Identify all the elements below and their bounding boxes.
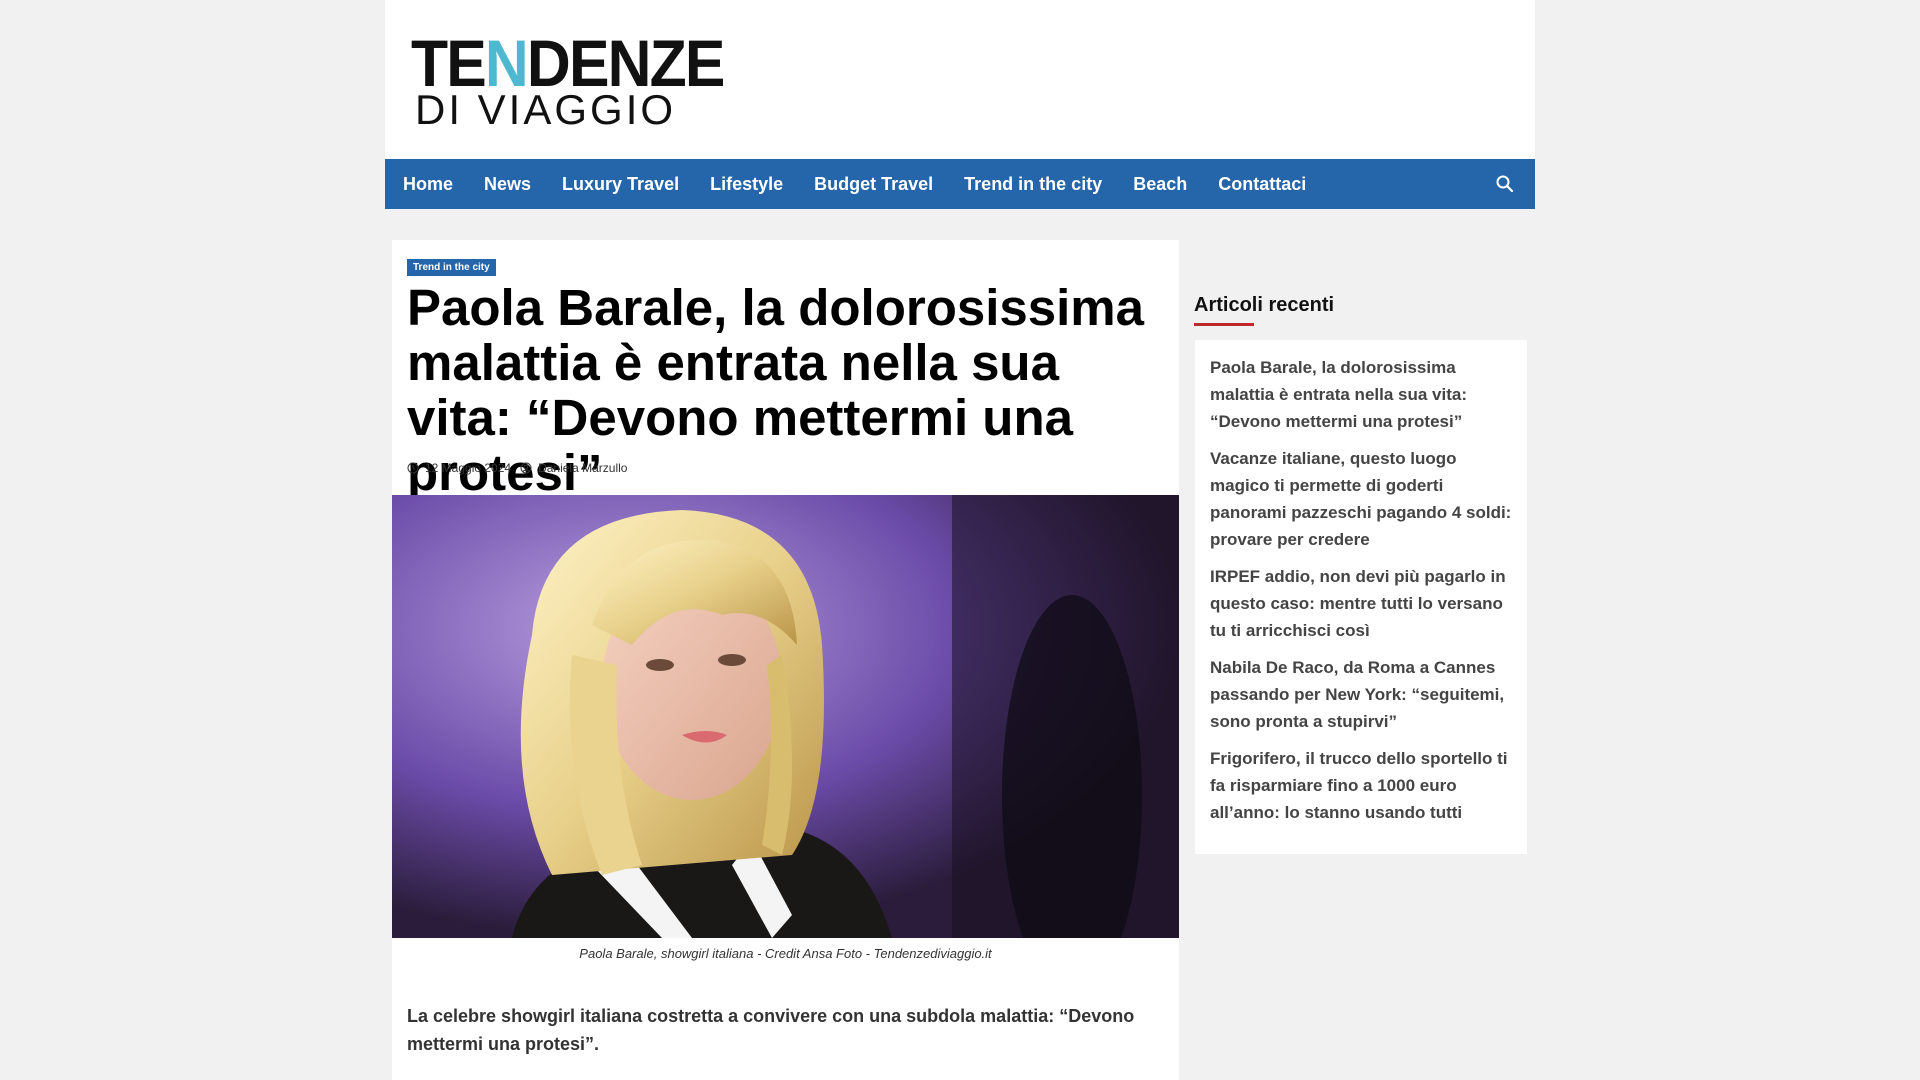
- category-badge[interactable]: Trend in the city: [407, 259, 496, 276]
- article-date[interactable]: 12 Maggio 2024: [425, 461, 511, 475]
- recent-article-link[interactable]: Paola Barale, la dolorosissima malattia …: [1210, 354, 1512, 435]
- article-hero-image: [392, 495, 1179, 938]
- recent-articles-list: Paola Barale, la dolorosissima malattia …: [1195, 340, 1527, 854]
- recent-article-link[interactable]: Frigorifero, il trucco dello sportello t…: [1210, 745, 1512, 826]
- nav-item-news[interactable]: News: [484, 174, 531, 195]
- article-container: Trend in the city Paola Barale, la dolor…: [392, 240, 1179, 1080]
- recent-article-link[interactable]: IRPEF addio, non devi più pagarlo in que…: [1210, 563, 1512, 644]
- article-author[interactable]: Daniela Marzullo: [538, 461, 627, 475]
- user-icon: [520, 462, 532, 474]
- nav-item-beach[interactable]: Beach: [1133, 174, 1187, 195]
- article-meta: 12 Maggio 2024 Daniela Marzullo: [407, 461, 627, 475]
- recent-article-link[interactable]: Nabila De Raco, da Roma a Cannes passand…: [1210, 654, 1512, 735]
- recent-article-link[interactable]: Vacanze italiane, questo luogo magico ti…: [1210, 445, 1512, 553]
- nav-item-trend-in-the-city[interactable]: Trend in the city: [964, 174, 1102, 195]
- site-header: TENDENZE DI VIAGGIO: [385, 0, 1535, 159]
- image-caption: Paola Barale, showgirl italiana - Credit…: [579, 946, 992, 961]
- main-nav: Home News Luxury Travel Lifestyle Budget…: [385, 159, 1535, 209]
- nav-item-home[interactable]: Home: [403, 174, 453, 195]
- portrait-photo: [392, 495, 1179, 938]
- site-logo[interactable]: TENDENZE DI VIAGGIO: [411, 26, 725, 131]
- clock-icon: [407, 462, 419, 474]
- nav-item-luxury-travel[interactable]: Luxury Travel: [562, 174, 679, 195]
- nav-item-contattaci[interactable]: Contattaci: [1218, 174, 1306, 195]
- article-lead: La celebre showgirl italiana costretta a…: [407, 1006, 1135, 1054]
- sidebar-heading: Articoli recenti: [1194, 294, 1335, 316]
- sidebar-heading-underline: [1194, 323, 1254, 326]
- nav-item-lifestyle[interactable]: Lifestyle: [710, 174, 783, 195]
- nav-item-budget-travel[interactable]: Budget Travel: [814, 174, 933, 195]
- search-icon[interactable]: [1495, 174, 1515, 194]
- site-wrapper: TENDENZE DI VIAGGIO Home News Luxury Tra…: [385, 0, 1535, 209]
- logo-title: TENDENZE: [411, 26, 725, 100]
